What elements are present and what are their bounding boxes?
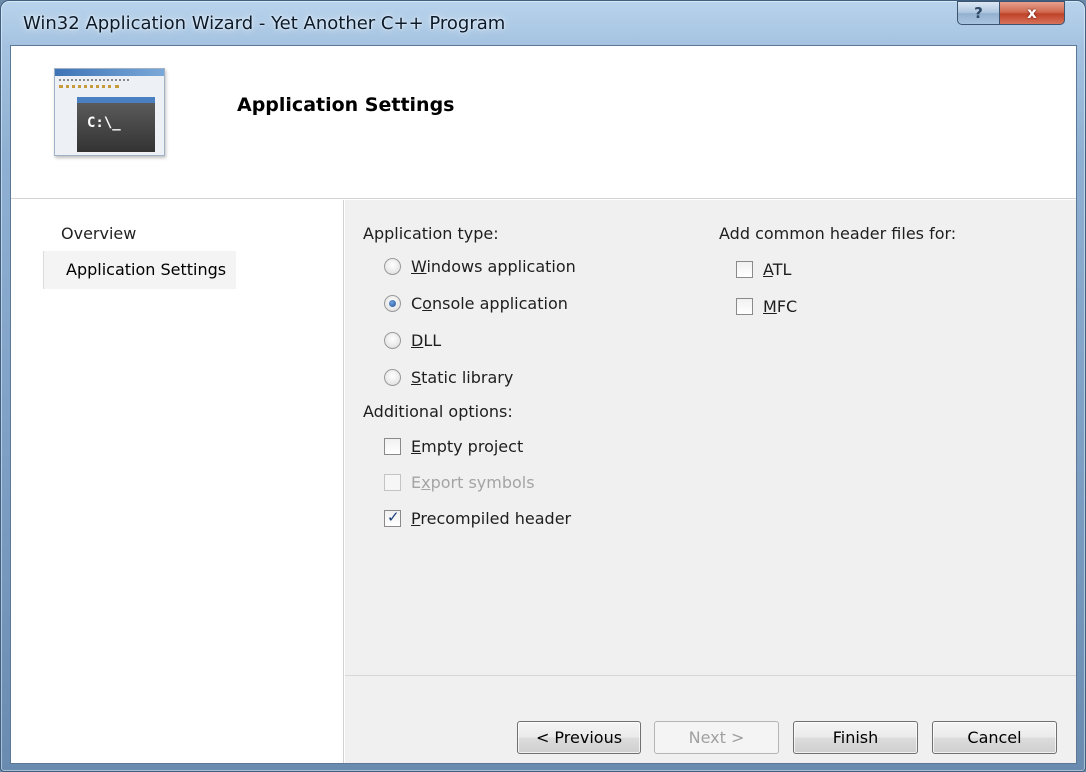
radio-icon [384, 331, 401, 349]
console-prompt-text: C:\_ [87, 115, 121, 131]
additional-options-label: Additional options: [363, 402, 513, 421]
radio-selected-icon [384, 294, 401, 312]
option-label: Console application [411, 293, 568, 313]
help-button[interactable]: ? [957, 1, 999, 25]
console-window-icon: C:\_ [77, 97, 155, 152]
option-label: Empty project [411, 436, 524, 456]
option-label: ATL [763, 259, 792, 279]
atl-checkbox[interactable]: ATL [736, 258, 791, 280]
next-button: Next > [654, 721, 779, 754]
option-label: Precompiled header [411, 508, 572, 528]
option-label: DLL [411, 330, 442, 350]
settings-panel: Application type: Windows application Co… [345, 200, 1076, 675]
option-label: MFC [763, 296, 798, 316]
application-type-label: Application type: [363, 224, 499, 243]
radio-icon [384, 368, 401, 386]
close-icon: x [1027, 4, 1037, 22]
checkbox-icon [736, 297, 753, 315]
checkbox-icon [384, 473, 401, 491]
static-library-radio[interactable]: Static library [384, 366, 513, 388]
option-label: Static library [411, 367, 514, 387]
export-symbols-checkbox: Export symbols [384, 471, 535, 493]
close-button[interactable]: x [999, 1, 1065, 25]
wizard-header: C:\_ Application Settings [11, 46, 1076, 199]
window-title: Win32 Application Wizard - Yet Another C… [23, 13, 506, 34]
thumb-menubar [59, 79, 129, 82]
dialog-client-area: C:\_ Application Settings Overview Appli… [10, 45, 1077, 764]
option-label: Windows application [411, 256, 576, 276]
dll-radio[interactable]: DLL [384, 329, 441, 351]
thumb-titlebar [55, 69, 164, 76]
radio-icon [384, 257, 401, 275]
precompiled-header-checkbox[interactable]: Precompiled header [384, 507, 571, 529]
thumb-toolbar [59, 85, 119, 89]
caption-buttons: ? x [957, 1, 1065, 27]
page-title: Application Settings [237, 94, 455, 116]
wizard-footer: < Previous Next > Finish Cancel [345, 675, 1076, 763]
option-label: Export symbols [411, 472, 535, 492]
previous-button[interactable]: < Previous [517, 721, 641, 754]
checkbox-icon [384, 437, 401, 455]
wizard-sidebar: Overview Application Settings [11, 200, 344, 763]
mfc-checkbox[interactable]: MFC [736, 295, 797, 317]
sidebar-item-label: Application Settings [66, 260, 227, 279]
dialog-window: Win32 Application Wizard - Yet Another C… [0, 0, 1086, 772]
windows-application-radio[interactable]: Windows application [384, 255, 576, 277]
checkbox-checked-icon [384, 508, 401, 527]
checkbox-icon [736, 260, 753, 278]
sidebar-item-overview[interactable]: Overview [61, 224, 136, 243]
finish-button[interactable]: Finish [793, 721, 918, 754]
sidebar-item-application-settings[interactable]: Application Settings [43, 251, 236, 289]
cancel-button[interactable]: Cancel [932, 721, 1057, 754]
console-app-icon: C:\_ [54, 68, 165, 156]
help-icon: ? [974, 4, 983, 22]
empty-project-checkbox[interactable]: Empty project [384, 435, 523, 457]
console-application-radio[interactable]: Console application [384, 292, 568, 314]
common-headers-label: Add common header files for: [719, 224, 957, 243]
title-bar[interactable]: Win32 Application Wizard - Yet Another C… [1, 1, 1085, 45]
